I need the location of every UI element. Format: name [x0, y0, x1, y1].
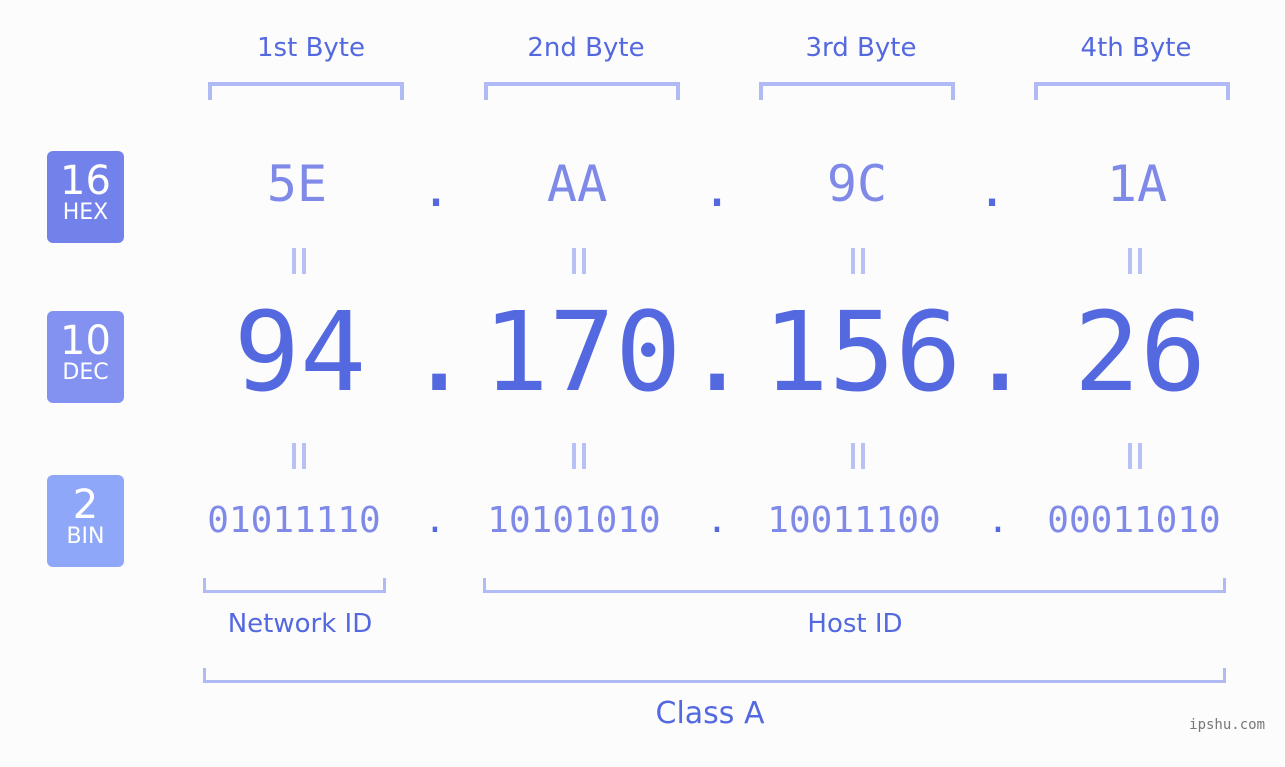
byte-header-1: 1st Byte: [257, 33, 365, 63]
hex-byte-2: AA: [546, 155, 608, 213]
bin-dot-2: .: [706, 500, 728, 541]
bin-label: BIN: [66, 524, 105, 549]
dec-byte-2: 170: [482, 288, 682, 416]
dec-byte-3: 156: [762, 288, 962, 416]
byte-header-3: 3rd Byte: [805, 33, 917, 63]
bin-byte-2: 10101010: [487, 500, 661, 541]
hex-byte-4: 1A: [1106, 155, 1168, 213]
host-id-bracket: [483, 578, 1226, 593]
equals-icon: [1128, 443, 1142, 469]
byte-header-2: 2nd Byte: [527, 33, 645, 63]
hex-badge: 16 HEX: [47, 151, 124, 243]
host-id-label: Host ID: [807, 609, 903, 639]
equals-icon: [572, 443, 586, 469]
dec-dot-2: .: [684, 288, 751, 416]
hex-byte-3: 9C: [826, 155, 888, 213]
dec-dot-1: .: [406, 288, 473, 416]
bin-badge: 2 BIN: [47, 475, 124, 567]
equals-icon: [1128, 248, 1142, 274]
bin-dot-1: .: [424, 500, 446, 541]
byte-bracket-4: [1034, 82, 1230, 100]
dec-dot-3: .: [967, 288, 1034, 416]
byte-bracket-3: [759, 82, 955, 100]
equals-icon: [572, 248, 586, 274]
dec-byte-4: 26: [1073, 288, 1207, 416]
bin-dot-3: .: [987, 500, 1009, 541]
equals-icon: [292, 443, 306, 469]
bin-byte-4: 00011010: [1047, 500, 1221, 541]
hex-dot-2: .: [701, 160, 733, 218]
hex-dot-1: .: [420, 160, 452, 218]
dec-label: DEC: [62, 360, 109, 385]
hex-label: HEX: [62, 200, 109, 225]
dec-badge: 10 DEC: [47, 311, 124, 403]
class-bracket: [203, 668, 1226, 683]
class-label: Class A: [655, 696, 765, 731]
hex-byte-1: 5E: [266, 155, 328, 213]
equals-icon: [851, 248, 865, 274]
dec-byte-1: 94: [233, 288, 367, 416]
byte-bracket-2: [484, 82, 680, 100]
byte-bracket-1: [208, 82, 404, 100]
bin-base: 2: [72, 482, 99, 528]
equals-icon: [292, 248, 306, 274]
hex-base: 16: [60, 158, 111, 204]
network-id-label: Network ID: [227, 609, 373, 639]
network-id-bracket: [203, 578, 386, 593]
bin-byte-3: 10011100: [767, 500, 941, 541]
bin-byte-1: 01011110: [207, 500, 381, 541]
byte-header-4: 4th Byte: [1080, 33, 1192, 63]
hex-dot-3: .: [976, 160, 1008, 218]
equals-icon: [851, 443, 865, 469]
watermark: ipshu.com: [1189, 717, 1265, 733]
dec-base: 10: [60, 318, 111, 364]
